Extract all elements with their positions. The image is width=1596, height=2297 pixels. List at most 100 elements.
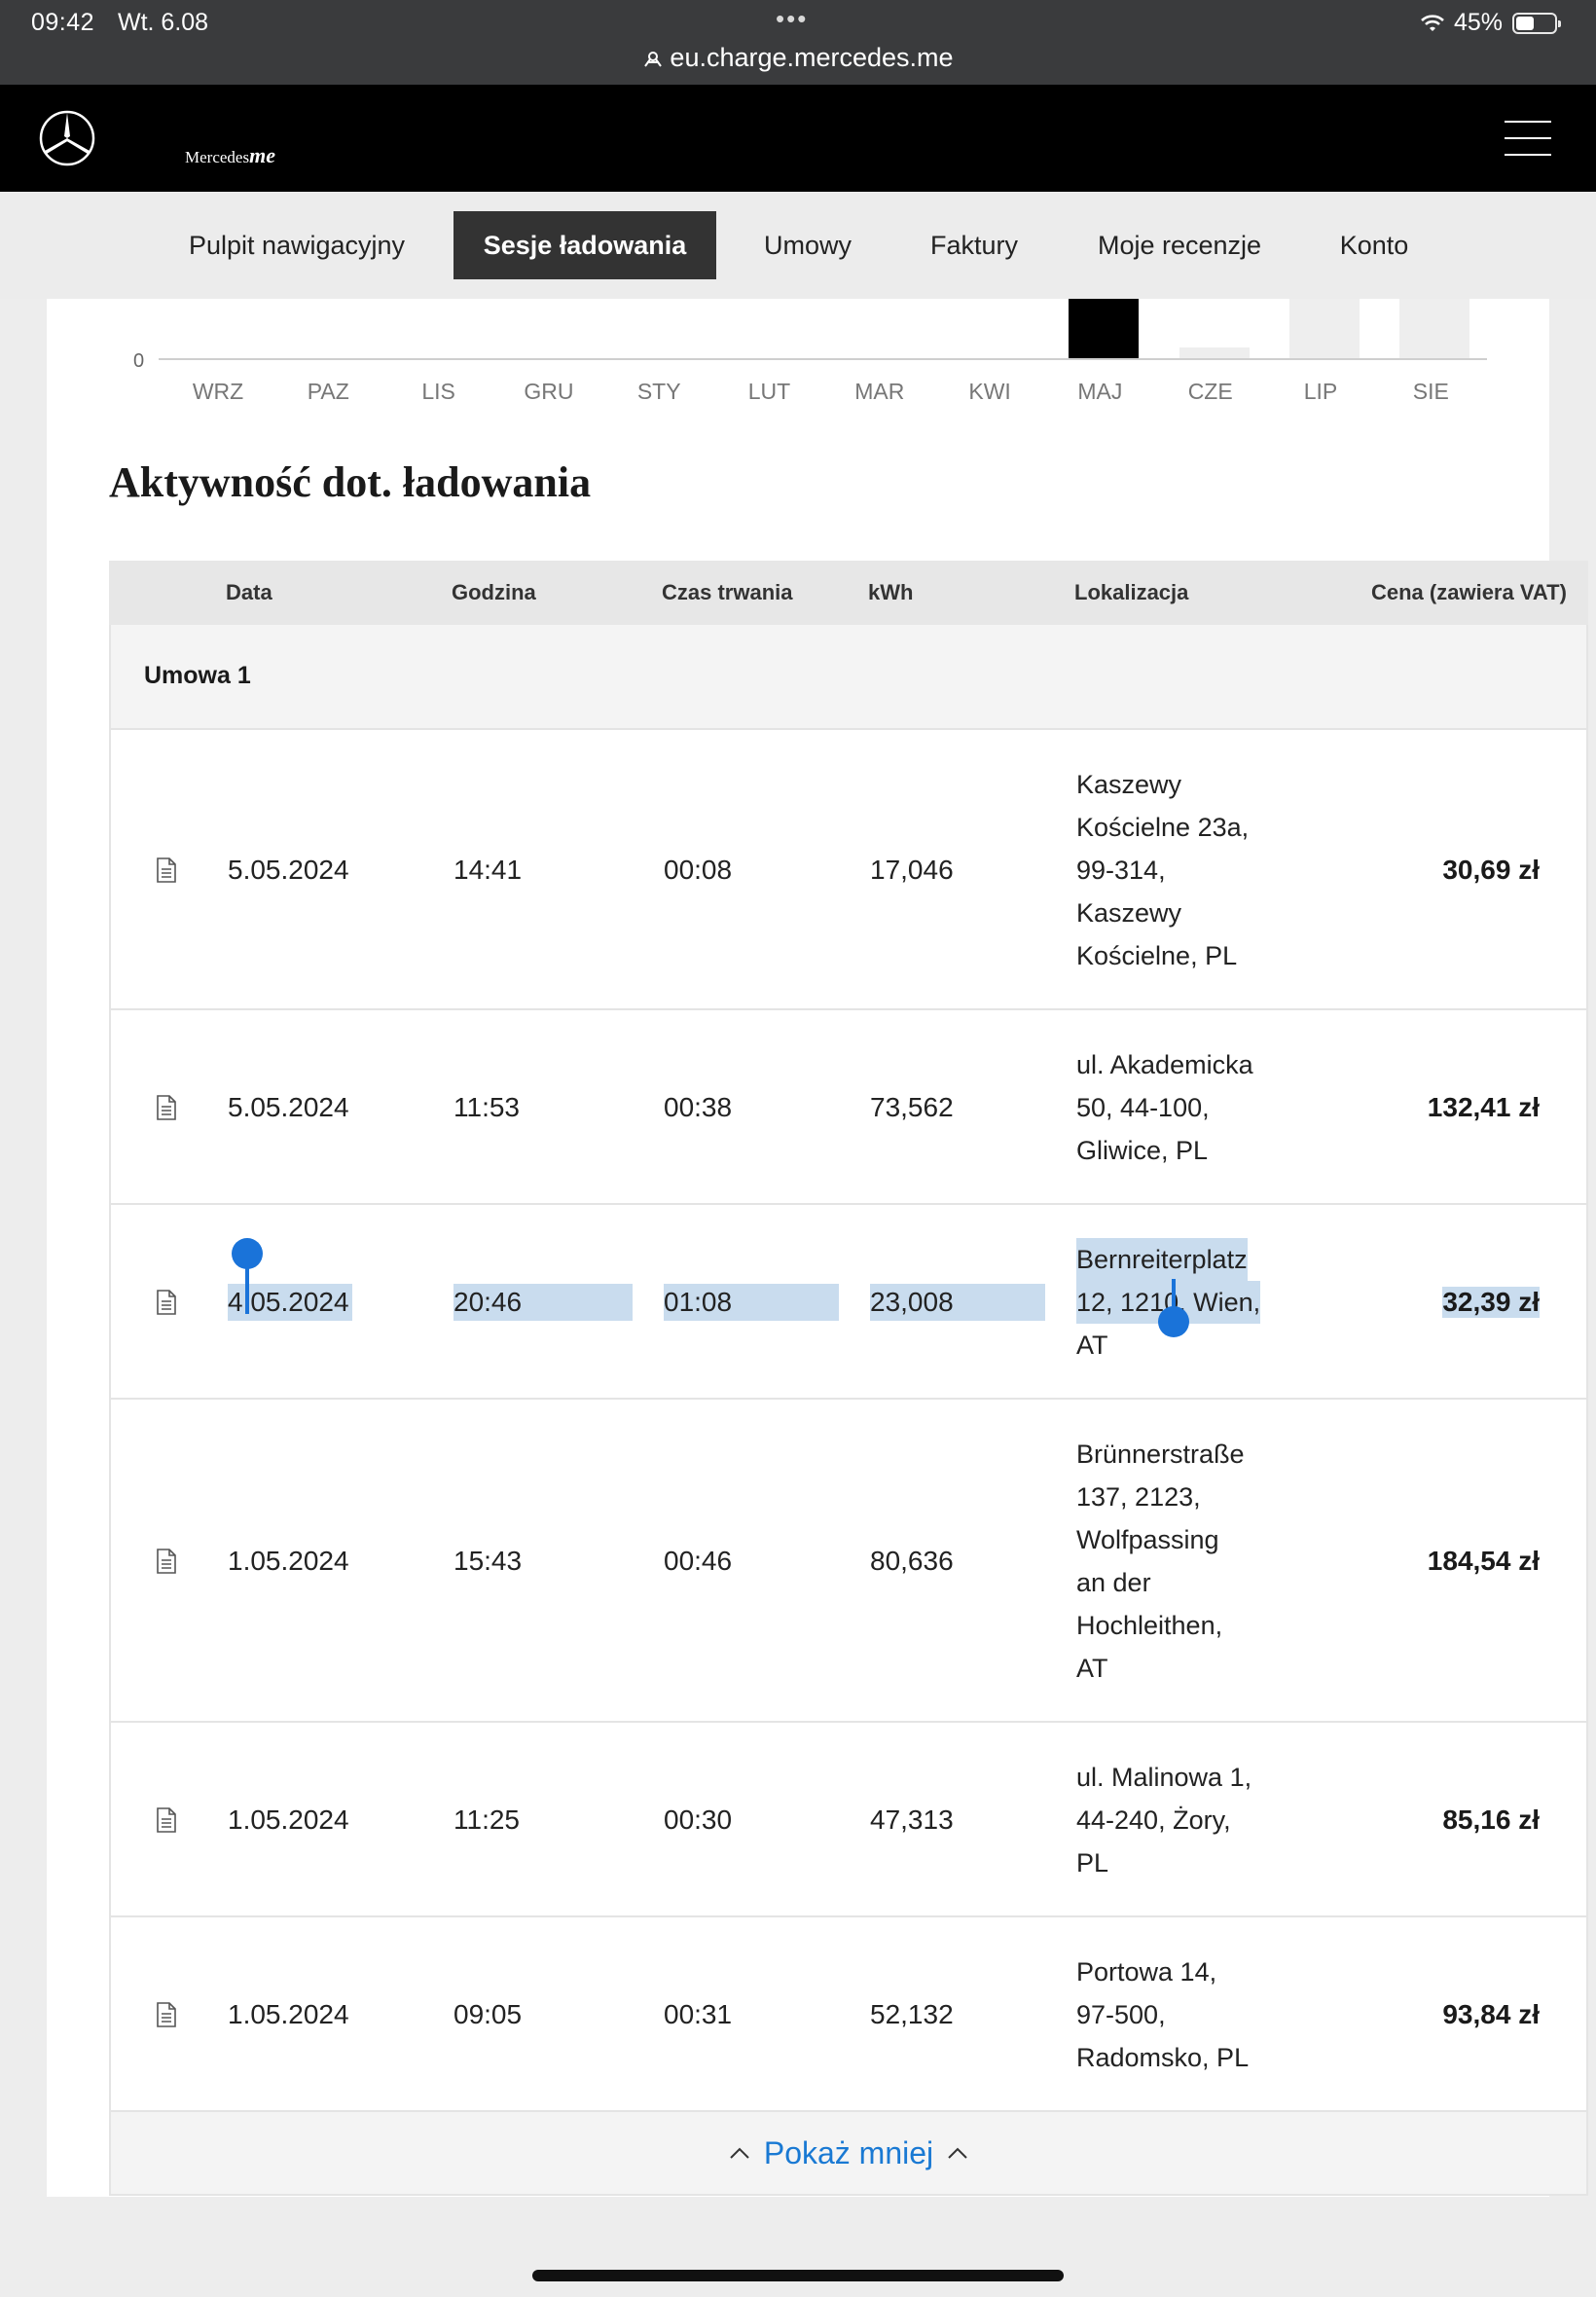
cell-kwh: 17,046 [870, 855, 954, 885]
invoice-document-icon[interactable] [156, 1549, 177, 1574]
cell-duration: 00:30 [664, 1805, 733, 1835]
table-row[interactable]: 1.05.2024 15:43 00:46 80,636 Brünnerstraße 13… [109, 1400, 1588, 1723]
chart-bar[interactable] [1069, 299, 1140, 358]
location-line: Kaszewy [1076, 898, 1182, 928]
x-axis-tick-label: PAZ [307, 379, 349, 404]
cell-duration: 00:08 [664, 855, 733, 885]
column-header-date[interactable]: Data [226, 580, 272, 605]
location-line: ul. Malinowa 1, [1076, 1763, 1252, 1792]
x-axis-tick-label: GRU [524, 379, 574, 404]
location-line: 44-240, Żory, [1076, 1805, 1231, 1835]
tab-dashboard[interactable]: Pulpit nawigacyjny [165, 211, 428, 279]
chart-baseline [159, 358, 1487, 360]
cell-kwh: 52,132 [870, 1999, 954, 2029]
invoice-document-icon[interactable] [156, 2002, 177, 2027]
cell-location: Brünnerstraße 137, 2123, Wolfpassing an der… [1076, 1433, 1271, 1690]
tab-my-reviews[interactable]: Moje recenzje [1082, 211, 1277, 279]
cell-price: 85,16 zł [1442, 1805, 1540, 1835]
location-line: Kaszewy [1076, 770, 1182, 799]
cell-kwh: 47,313 [870, 1805, 954, 1835]
contract-group-label: Umowa 1 [144, 662, 251, 689]
cell-kwh: 23,008 [870, 1284, 1045, 1321]
tab-contracts[interactable]: Umowy [740, 211, 876, 279]
table-row[interactable]: 5.05.2024 11:53 00:38 73,562 ul. Akademicka 5… [109, 1010, 1588, 1205]
table-row[interactable]: 1.05.2024 09:05 00:31 52,132 Portowa 14, 97-5… [109, 1917, 1588, 2112]
status-date: Wt. 6.08 [118, 9, 209, 36]
menu-icon[interactable] [1505, 121, 1551, 156]
site-settings-icon [644, 51, 663, 67]
location-line: Brünnerstraße [1076, 1440, 1245, 1469]
location-line: ul. Akademicka [1076, 1050, 1253, 1079]
battery-percentage: 45% [1453, 9, 1503, 36]
x-axis-tick-label: KWI [968, 379, 1011, 404]
column-header-location[interactable]: Lokalizacja [1074, 580, 1188, 605]
cell-duration: 01:08 [664, 1284, 839, 1321]
x-axis-tick-label: LIP [1303, 379, 1338, 404]
x-axis-tick-label: LIS [421, 379, 455, 404]
cell-duration: 00:31 [664, 1999, 733, 2029]
chart-bar[interactable] [1289, 299, 1360, 358]
cell-location: ul. Akademicka 50, 44-100, Gliwice, PL [1076, 1043, 1271, 1172]
location-line: Gliwice, PL [1076, 1136, 1209, 1165]
site-header: Mercedesme [0, 85, 1596, 192]
main-navigation: Pulpit nawigacyjny Sesje ładowania Umowy… [0, 192, 1596, 299]
mercedes-me-logo[interactable]: Mercedesme [185, 143, 275, 168]
cell-price: 93,84 zł [1442, 1999, 1540, 2029]
location-line: Radomsko, PL [1076, 2043, 1250, 2072]
invoice-document-icon[interactable] [156, 1290, 177, 1315]
cell-date: 1.05.2024 [228, 1546, 349, 1576]
cell-date: 1.05.2024 [228, 1805, 349, 1835]
chart-bar[interactable] [1399, 299, 1470, 358]
location-line: Kościelne, PL [1076, 941, 1238, 970]
tab-account[interactable]: Konto [1324, 211, 1425, 279]
location-line: Portowa 14, [1076, 1957, 1217, 1987]
cell-time: 11:53 [453, 1092, 520, 1122]
cell-price: 184,54 zł [1427, 1546, 1540, 1576]
column-header-duration[interactable]: Czas trwania [662, 580, 793, 605]
location-line: Bernreiterplatz [1076, 1238, 1248, 1281]
selection-end-caret [1172, 1279, 1176, 1318]
column-header-time[interactable]: Godzina [452, 580, 536, 605]
mercedes-star-logo-icon[interactable] [39, 110, 95, 166]
table-row[interactable]: 5.05.2024 14:41 00:08 17,046 Kaszewy Kościeln… [109, 730, 1588, 1010]
location-line: 97-500, [1076, 2000, 1166, 2029]
cell-price: 30,69 zł [1442, 855, 1540, 885]
invoice-document-icon[interactable] [156, 1095, 177, 1120]
column-header-kwh[interactable]: kWh [868, 580, 913, 605]
x-axis-tick-label: CZE [1187, 379, 1233, 404]
browser-status-bar: 09:42 Wt. 6.08 ••• 45% eu.charge.mercede… [0, 0, 1596, 85]
invoice-document-icon[interactable] [156, 1807, 177, 1833]
selection-start-caret [245, 1263, 249, 1314]
cell-kwh: 73,562 [870, 1092, 954, 1122]
contract-group-header[interactable]: Umowa 1 [109, 625, 1588, 730]
home-indicator[interactable] [532, 2270, 1064, 2281]
location-line: an der [1076, 1568, 1151, 1597]
x-axis-tick-label: SIE [1412, 379, 1449, 404]
battery-icon [1512, 12, 1561, 34]
status-time: 09:42 [31, 9, 95, 36]
show-less-button[interactable]: Pokaż mniej [109, 2112, 1588, 2196]
show-less-label: Pokaż mniej [763, 2134, 934, 2170]
location-line: Hochleithen, [1076, 1611, 1223, 1640]
tab-invoices[interactable]: Faktury [905, 211, 1043, 279]
location-line: 99-314, [1076, 856, 1166, 885]
cell-location: Portowa 14, 97-500, Radomsko, PL [1076, 1951, 1271, 2079]
cell-duration: 00:38 [664, 1092, 733, 1122]
tab-charging-sessions[interactable]: Sesje ładowania [453, 211, 716, 279]
cell-duration: 00:46 [664, 1546, 733, 1576]
cell-price: 32,39 zł [1442, 1287, 1540, 1318]
chart-bar[interactable] [1179, 347, 1250, 358]
location-line: PL [1076, 1848, 1109, 1878]
cell-date: 1.05.2024 [228, 1999, 349, 2029]
table-row[interactable]: 4.05.2024 20:46 01:08 23,008 Bernreiterplatz… [109, 1205, 1588, 1400]
multitasking-dots-icon[interactable]: ••• [776, 4, 808, 34]
x-axis-tick-label: MAJ [1077, 379, 1123, 404]
cell-time: 20:46 [453, 1284, 633, 1321]
table-row[interactable]: 1.05.2024 11:25 00:30 47,313 ul. Malinowa 1,… [109, 1723, 1588, 1917]
status-indicators: 45% [1421, 9, 1561, 37]
invoice-document-icon[interactable] [156, 857, 177, 883]
cell-location: ul. Malinowa 1, 44-240, Żory, PL [1076, 1756, 1271, 1884]
location-line: Kościelne 23a, [1076, 813, 1250, 842]
address-bar[interactable]: eu.charge.mercedes.me [0, 43, 1596, 73]
column-header-price[interactable]: Cena (zawiera VAT) [1371, 580, 1567, 605]
